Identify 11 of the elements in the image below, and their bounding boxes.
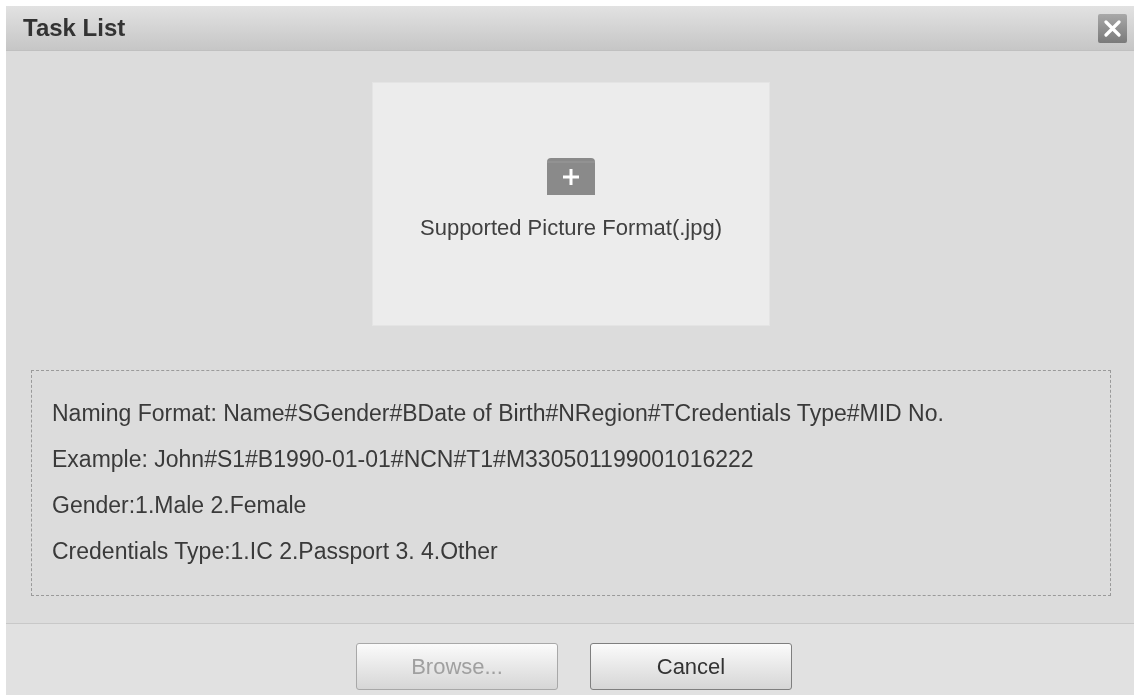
cancel-button[interactable]: Cancel <box>590 643 792 690</box>
instruction-text: Naming Format: Name#SGender#BDate of Birth#NRegion#TCredentials Type#MID No. <box>52 400 945 426</box>
close-button[interactable] <box>1098 13 1127 43</box>
upload-area[interactable]: Supported Picture Format(.jpg) <box>372 82 770 326</box>
instruction-text: Credentials Type:1.IC 2.Passport 3. 4.Other <box>52 538 499 564</box>
close-icon <box>1104 19 1121 37</box>
dialog-title: Task List <box>23 13 126 43</box>
upload-hint: Supported Picture Format(.jpg) <box>420 214 722 242</box>
instruction-text: Example: John#S1#B1990-01-01#NCN#T1#M330501199001016222 <box>52 446 755 472</box>
add-folder-icon <box>547 157 595 195</box>
instruction-text: Gender:1.Male 2.Female <box>52 492 308 518</box>
